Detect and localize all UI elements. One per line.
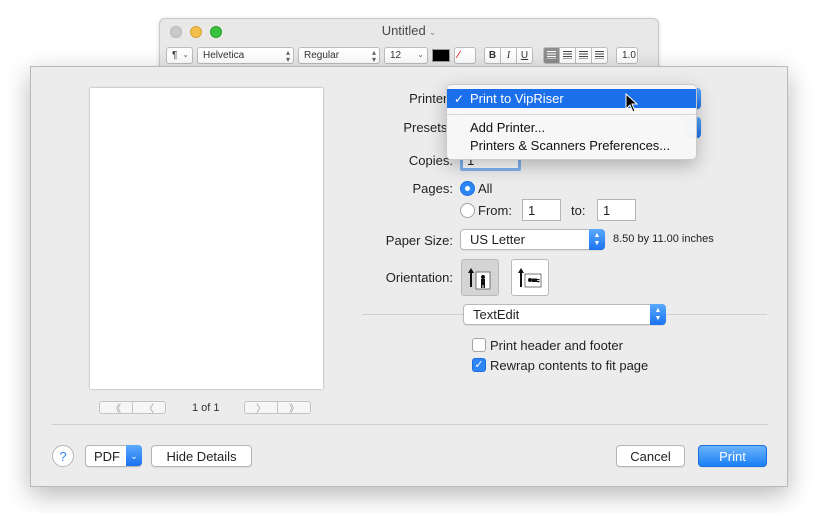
orientation-label: Orientation: [385,270,453,285]
printer-menu: ✓ Print to VipRiser Add Printer... Print… [446,84,697,160]
first-page-button[interactable]: 《 [99,401,133,415]
justify-icon [595,51,604,59]
font-family-popup[interactable]: Helvetica ▴ ▾ [197,46,294,64]
rewrap-contents-label: Rewrap contents to fit page [490,358,649,373]
window-title[interactable]: Untitled ⌄ [160,23,658,38]
text-color-well[interactable] [432,48,450,62]
menu-item-label: Print to VipRiser [470,91,564,106]
align-left-icon [547,51,556,59]
help-button[interactable]: ? [52,445,74,467]
page-nav-forward-group: 〉 》 [244,401,311,415]
paper-size-popup[interactable]: US Letter ▲ ▼ [460,229,605,250]
portrait-orientation-button[interactable] [461,259,499,296]
paper-size-label: Paper Size: [385,233,453,248]
align-center-button[interactable] [559,46,576,64]
format-bar: ¶ ⌄ Helvetica ▴ ▾ Regular ▴ ▾ 12 ⌄ ⁄ B I U 1.0 [166,46,638,64]
chevron-down-icon: ⌄ [428,27,437,37]
paper-dimensions: 8.50 by 11.00 inches [613,233,714,245]
print-header-footer-checkbox[interactable] [472,338,486,352]
justify-button[interactable] [591,46,608,64]
footer-divider [52,424,768,425]
page-indicator: 1 of 1 [192,402,220,414]
align-left-button[interactable] [543,46,560,64]
pages-all-radio[interactable] [460,181,475,196]
popup-arrows-icon: ▲▼ [650,304,666,325]
paragraph-style-popup[interactable]: ¶ ⌄ [166,46,193,64]
menu-item-printers-scanners-preferences[interactable]: Printers & Scanners Preferences... [447,136,696,155]
alignment-group [543,46,608,64]
align-right-button[interactable] [575,46,592,64]
background-color-well[interactable]: ⁄ [454,46,476,64]
print-header-footer-label: Print header and footer [490,338,623,353]
next-page-button[interactable]: 〉 [244,401,278,415]
hide-details-button[interactable]: Hide Details [151,445,252,467]
copies-label: Copies: [408,153,453,168]
pages-to-label: to: [571,203,586,218]
popup-arrows-icon: ▲▼ [589,229,605,250]
align-right-icon [579,51,588,59]
pages-from-label: From: [478,203,512,218]
print-button[interactable]: Print [698,445,767,467]
printer-label: Printer: [409,91,451,106]
previous-page-button[interactable]: 〈 [132,401,166,415]
rewrap-contents-checkbox[interactable]: ✓ [472,358,486,372]
page-preview [90,88,323,389]
menu-item-print-to-vipriser[interactable]: ✓ Print to VipRiser [447,89,696,108]
pages-from-field[interactable]: 1 [522,199,561,221]
pages-to-field[interactable]: 1 [597,199,636,221]
checkmark-icon: ✓ [474,359,484,371]
font-style-popup[interactable]: Regular ▴ ▾ [298,46,380,64]
pdf-menu-button[interactable]: PDF ⌄ [85,445,142,467]
landscape-icon [518,267,542,287]
font-size-combo[interactable]: 12 ⌄ [384,46,428,64]
question-mark-icon: ? [59,448,67,464]
checkmark-icon: ✓ [454,91,465,106]
pages-all-label: All [478,181,493,196]
text-style-group: B I U [484,46,533,64]
landscape-orientation-button[interactable] [511,259,549,296]
underline-button[interactable]: U [516,46,533,64]
line-spacing-popup[interactable]: 1.0 [616,46,638,64]
menu-item-add-printer[interactable]: Add Printer... [447,118,696,137]
app-section-popup[interactable]: TextEdit ▲ ▼ [463,304,666,325]
pages-label: Pages: [412,181,453,196]
pdf-button-label: PDF [94,448,120,464]
portrait-icon [468,267,491,289]
chevron-down-icon: ⌄ [126,445,142,466]
menu-separator [447,114,696,115]
presets-label: Presets: [403,120,451,135]
last-page-button[interactable]: 》 [277,401,311,415]
page-nav-back-group: 《 〈 [99,401,166,415]
cancel-button[interactable]: Cancel [616,445,685,467]
textedit-window: Untitled ⌄ ¶ ⌄ Helvetica ▴ ▾ Regular ▴ ▾ 12 ⌄ ⁄… [159,18,659,70]
mouse-cursor-icon [625,93,639,113]
align-center-icon [563,51,572,59]
bold-button[interactable]: B [484,46,501,64]
pages-range-radio[interactable] [460,203,475,218]
no-color-icon: ⁄ [458,49,460,61]
italic-button[interactable]: I [500,46,517,64]
